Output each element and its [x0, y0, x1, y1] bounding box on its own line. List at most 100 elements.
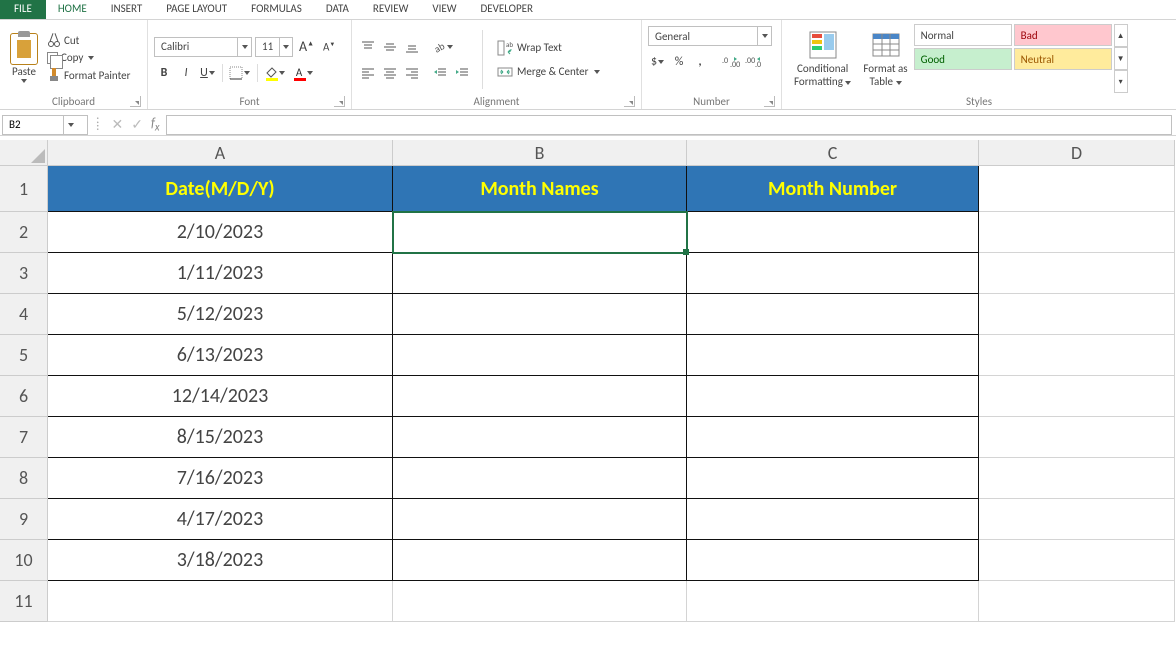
increase-indent-button[interactable]	[452, 63, 472, 83]
cell-B1[interactable]: Month Names	[393, 166, 687, 212]
format-as-table-button[interactable]: Format as Table	[857, 24, 913, 93]
styles-expand[interactable]: ▾	[1114, 70, 1128, 93]
col-header-B[interactable]: B	[393, 140, 687, 166]
select-all-corner[interactable]	[0, 140, 48, 166]
cell-C5[interactable]	[687, 335, 979, 376]
cell-D5[interactable]	[979, 335, 1175, 376]
tab-review[interactable]: REVIEW	[361, 0, 421, 19]
grow-font-button[interactable]: A▲	[296, 38, 317, 55]
fill-color-button[interactable]	[262, 63, 288, 83]
row-header-11[interactable]: 11	[0, 581, 48, 622]
align-center-button[interactable]	[380, 63, 400, 83]
cell-A8[interactable]: 7/16/2023	[48, 458, 393, 499]
cell-A10[interactable]: 3/18/2023	[48, 540, 393, 581]
cell-C1[interactable]: Month Number	[687, 166, 979, 212]
cell-B4[interactable]	[393, 294, 687, 335]
row-header-8[interactable]: 8	[0, 458, 48, 499]
cell-C7[interactable]	[687, 417, 979, 458]
font-color-button[interactable]: A	[290, 63, 316, 83]
cell-B11[interactable]	[393, 581, 687, 622]
cell-B5[interactable]	[393, 335, 687, 376]
style-bad[interactable]: Bad	[1014, 24, 1112, 46]
name-box-expand[interactable]: ⁞	[88, 117, 107, 132]
col-header-D[interactable]: D	[979, 140, 1175, 166]
cell-C4[interactable]	[687, 294, 979, 335]
align-right-button[interactable]	[402, 63, 422, 83]
cell-A6[interactable]: 12/14/2023	[48, 376, 393, 417]
col-header-A[interactable]: A	[48, 140, 393, 166]
cell-A7[interactable]: 8/15/2023	[48, 417, 393, 458]
merge-center-button[interactable]: Merge & Center	[493, 62, 605, 82]
number-format-combo[interactable]: General	[648, 26, 772, 46]
dialog-launcher[interactable]	[764, 96, 775, 107]
enter-formula-button[interactable]: ✓	[131, 116, 143, 133]
align-left-button[interactable]	[358, 63, 378, 83]
cell-B7[interactable]	[393, 417, 687, 458]
row-header-5[interactable]: 5	[0, 335, 48, 376]
cell-B3[interactable]	[393, 253, 687, 294]
cell-B8[interactable]	[393, 458, 687, 499]
cell-C11[interactable]	[687, 581, 979, 622]
cell-D7[interactable]	[979, 417, 1175, 458]
cell-B2[interactable]	[393, 212, 687, 253]
dialog-launcher[interactable]	[624, 96, 635, 107]
tab-file[interactable]: FILE	[0, 0, 46, 19]
tab-home[interactable]: HOME	[46, 0, 99, 19]
underline-button[interactable]: U	[198, 63, 218, 83]
style-normal[interactable]: Normal	[914, 24, 1012, 46]
align-top-button[interactable]	[358, 37, 378, 57]
format-painter-button[interactable]: Format Painter	[45, 67, 132, 83]
dialog-launcher[interactable]	[130, 96, 141, 107]
font-size-combo[interactable]: 11	[255, 37, 293, 57]
decrease-decimal-button[interactable]: .00.0	[743, 52, 765, 72]
tab-insert[interactable]: INSERT	[99, 0, 155, 19]
orientation-button[interactable]: ab	[430, 37, 456, 57]
wrap-text-button[interactable]: abWrap Text	[493, 38, 605, 58]
cell-D1[interactable]	[979, 166, 1175, 212]
row-header-3[interactable]: 3	[0, 253, 48, 294]
cell-C3[interactable]	[687, 253, 979, 294]
cell-A4[interactable]: 5/12/2023	[48, 294, 393, 335]
decrease-indent-button[interactable]	[430, 63, 450, 83]
cell-D2[interactable]	[979, 212, 1175, 253]
cell-C6[interactable]	[687, 376, 979, 417]
row-header-9[interactable]: 9	[0, 499, 48, 540]
row-header-2[interactable]: 2	[0, 212, 48, 253]
cell-B9[interactable]	[393, 499, 687, 540]
cell-A9[interactable]: 4/17/2023	[48, 499, 393, 540]
row-header-4[interactable]: 4	[0, 294, 48, 335]
tab-developer[interactable]: DEVELOPER	[469, 0, 545, 19]
paste-button[interactable]: Paste	[6, 22, 42, 93]
cell-A11[interactable]	[48, 581, 393, 622]
conditional-formatting-button[interactable]: Conditional Formatting	[788, 24, 857, 93]
name-box-input[interactable]	[3, 118, 63, 131]
row-header-6[interactable]: 6	[0, 376, 48, 417]
cell-D4[interactable]	[979, 294, 1175, 335]
align-middle-button[interactable]	[380, 37, 400, 57]
percent-button[interactable]: %	[669, 52, 689, 72]
tab-data[interactable]: DATA	[314, 0, 361, 19]
tab-view[interactable]: VIEW	[420, 0, 468, 19]
formula-input[interactable]	[166, 115, 1172, 135]
cell-A1[interactable]: Date(M/D/Y)	[48, 166, 393, 212]
cut-button[interactable]: Cut	[45, 32, 132, 48]
cell-B10[interactable]	[393, 540, 687, 581]
dialog-launcher[interactable]	[334, 96, 345, 107]
cell-D3[interactable]	[979, 253, 1175, 294]
tab-formulas[interactable]: FORMULAS	[239, 0, 314, 19]
cell-A5[interactable]: 6/13/2023	[48, 335, 393, 376]
font-name-combo[interactable]: Calibri	[154, 37, 252, 57]
cell-D9[interactable]	[979, 499, 1175, 540]
cell-B6[interactable]	[393, 376, 687, 417]
styles-scroll-up[interactable]: ▲	[1114, 24, 1128, 47]
italic-button[interactable]: I	[176, 63, 196, 83]
style-good[interactable]: Good	[914, 48, 1012, 70]
styles-scroll-down[interactable]: ▼	[1114, 47, 1128, 70]
style-neutral[interactable]: Neutral	[1014, 48, 1112, 70]
cell-D10[interactable]	[979, 540, 1175, 581]
fx-icon[interactable]: fx	[151, 116, 160, 134]
cancel-formula-button[interactable]: ✕	[111, 116, 123, 133]
shrink-font-button[interactable]: A▼	[320, 40, 338, 54]
bold-button[interactable]: B	[154, 63, 174, 83]
align-bottom-button[interactable]	[402, 37, 422, 57]
